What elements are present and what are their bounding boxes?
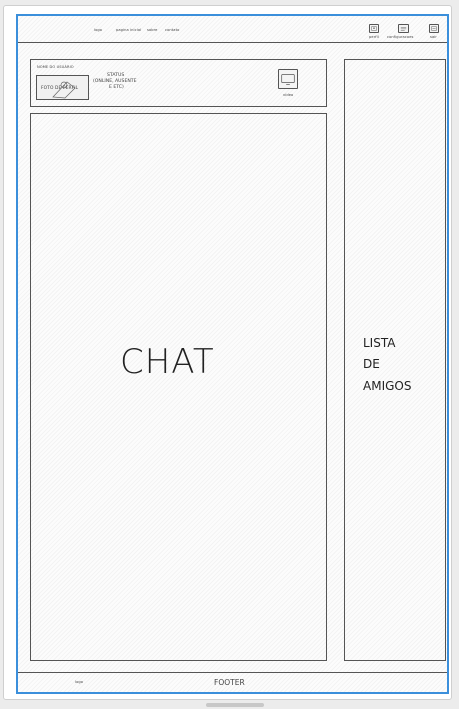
profile-photo-label: FOTO DE PERFIL	[41, 86, 79, 91]
footer-label: FOOTER	[214, 678, 245, 687]
chat-area[interactable]: CHAT	[30, 113, 327, 661]
profile-link-label[interactable]: perfil	[369, 35, 379, 39]
video-icon[interactable]	[278, 69, 298, 89]
profile-panel: NOME DO USUÁRIO FOTO DE PERFIL STATUS (O…	[30, 59, 327, 107]
footer-divider	[18, 672, 447, 673]
settings-icon[interactable]	[398, 24, 409, 33]
settings-link-label[interactable]: configuracoes	[387, 35, 414, 39]
status-line-3: E ETC)	[109, 85, 124, 90]
footer-logo[interactable]: logo	[75, 680, 83, 684]
friends-list-line-3: AMIGOS	[363, 379, 412, 393]
scroll-indicator[interactable]	[206, 703, 264, 707]
logout-link-label[interactable]: sair	[430, 35, 437, 39]
profile-icon[interactable]	[369, 24, 379, 33]
friends-list-line-2: DE	[363, 357, 380, 371]
friends-list-line-1: LISTA	[363, 336, 396, 350]
nav-about-link[interactable]: sobre	[147, 28, 157, 32]
header-divider	[18, 42, 447, 43]
nav-contact-link[interactable]: contato	[165, 28, 179, 32]
logout-icon[interactable]	[429, 24, 439, 33]
username-label: NOME DO USUÁRIO	[37, 65, 74, 69]
profile-photo[interactable]: FOTO DE PERFIL	[36, 75, 89, 100]
nav-home-link[interactable]: pagina inicial	[116, 28, 141, 32]
chat-label: CHAT	[120, 342, 215, 382]
header-logo[interactable]: logo	[94, 28, 102, 32]
wireframe-page: logo pagina inicial sobre contato perfil…	[16, 14, 449, 694]
friends-list-panel[interactable]: LISTA DE AMIGOS	[344, 59, 446, 661]
video-label: vídeo	[283, 93, 294, 97]
